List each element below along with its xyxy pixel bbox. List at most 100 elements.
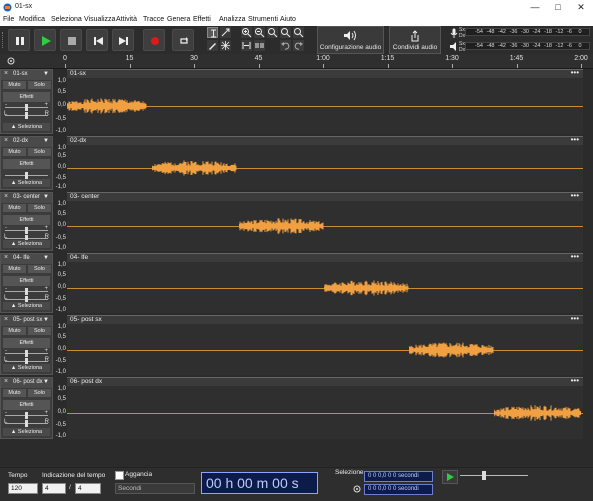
selection-start[interactable]: 0 0 0,0 0 0 secondi <box>364 471 433 482</box>
timeline-ruler[interactable]: 0 15 30 45 1:00 1:15 1:30 1:45 2:00 <box>0 54 593 69</box>
effects-button[interactable]: Effetti <box>3 159 50 169</box>
track-name[interactable]: 04- lfe <box>13 255 30 261</box>
minimize-icon[interactable]: — <box>524 0 546 15</box>
close-track-icon[interactable]: × <box>4 254 8 261</box>
solo-button[interactable]: Solo <box>28 265 51 273</box>
gain-slider-knob[interactable] <box>25 288 28 295</box>
track-name[interactable]: 02-dx <box>13 138 28 144</box>
menu-visualizza[interactable]: Visualizza <box>84 16 115 23</box>
gain-slider-knob[interactable] <box>25 350 28 357</box>
solo-button[interactable]: Solo <box>28 204 51 212</box>
pan-slider-knob[interactable] <box>25 112 28 119</box>
select-track-button[interactable]: ▲ Seleziona <box>3 123 50 131</box>
fit-selection-icon[interactable] <box>267 27 278 38</box>
amplitude-ruler[interactable]: 1,0 0,5 0,0 -0,5 -1,0 <box>53 253 67 313</box>
skip-end-button[interactable] <box>112 29 134 51</box>
audio-clip[interactable]: 03- center ••• <box>67 191 583 251</box>
mute-button[interactable]: Muto <box>3 148 26 156</box>
redo-icon[interactable] <box>293 40 304 51</box>
draw-tool-icon[interactable] <box>207 40 218 51</box>
audio-setup-button[interactable]: Configurazione audio <box>317 26 384 54</box>
solo-button[interactable]: Solo <box>28 148 51 156</box>
menu-seleziona[interactable]: Seleziona <box>51 16 82 23</box>
menu-tracce[interactable]: Tracce <box>143 16 164 23</box>
clip-menu-icon[interactable]: ••• <box>571 376 579 385</box>
multi-tool-icon[interactable] <box>220 40 231 51</box>
pause-button[interactable] <box>8 29 30 51</box>
audio-clip[interactable]: 04- lfe ••• <box>67 252 583 313</box>
collapse-icon[interactable]: ▲ <box>11 124 16 130</box>
clip-menu-icon[interactable]: ••• <box>571 191 579 200</box>
track-name[interactable]: 06- post dx <box>13 379 43 385</box>
audio-clip[interactable]: 02-dx ••• <box>67 135 583 190</box>
collapse-icon[interactable]: ▲ <box>11 241 16 247</box>
close-track-icon[interactable]: × <box>4 137 8 144</box>
zoom-in-icon[interactable] <box>241 27 252 38</box>
microphone-icon[interactable] <box>450 28 458 38</box>
mute-button[interactable]: Muto <box>3 265 26 273</box>
effects-button[interactable]: Effetti <box>3 276 50 286</box>
undo-icon[interactable] <box>280 40 291 51</box>
track-name[interactable]: 01-sx <box>13 71 28 77</box>
menu-modifica[interactable]: Modifica <box>19 16 45 23</box>
mute-button[interactable]: Muto <box>3 81 26 89</box>
amplitude-ruler[interactable]: 1,0 0,5 0,0 -0,5 -1,0 <box>53 377 67 439</box>
menu-genera[interactable]: Genera <box>167 16 190 23</box>
time-display[interactable]: 00 h 00 m 00 s <box>201 472 318 494</box>
select-track-button[interactable]: ▲ Seleziona <box>3 302 50 310</box>
timesig-denominator[interactable]: 4 <box>75 483 101 494</box>
selection-end[interactable]: 0 0 0,0 0 0 secondi <box>364 484 433 495</box>
collapse-icon[interactable]: ▲ <box>11 429 16 435</box>
timesig-numerator[interactable]: 4 <box>42 483 66 494</box>
maximize-icon[interactable]: □ <box>547 0 569 15</box>
effects-button[interactable]: Effetti <box>3 338 50 348</box>
effects-button[interactable]: Effetti <box>3 215 50 225</box>
record-button[interactable] <box>143 29 165 51</box>
audio-clip[interactable]: 06- post dx ••• <box>67 376 583 439</box>
clip-menu-icon[interactable]: ••• <box>571 252 579 261</box>
pan-slider-knob[interactable] <box>25 420 28 427</box>
loop-button[interactable] <box>172 29 194 51</box>
effects-button[interactable]: Effetti <box>3 92 50 102</box>
solo-button[interactable]: Solo <box>28 81 51 89</box>
mute-button[interactable]: Muto <box>3 389 26 397</box>
collapse-icon[interactable]: ▲ <box>11 303 16 309</box>
solo-button[interactable]: Solo <box>28 327 51 335</box>
selection-tool-icon[interactable] <box>207 27 218 38</box>
menu-file[interactable]: File <box>3 16 14 23</box>
amplitude-ruler[interactable]: 1,0 0,5 0,0 -0,5 -1,0 <box>53 136 67 190</box>
clip-menu-icon[interactable]: ••• <box>571 135 579 144</box>
gain-slider-knob[interactable] <box>25 104 28 111</box>
play-at-speed-button[interactable] <box>442 470 458 484</box>
trim-outside-icon[interactable] <box>241 40 252 51</box>
close-track-icon[interactable]: × <box>4 316 8 323</box>
amplitude-ruler[interactable]: 1,0 0,5 0,0 -0,5 -1,0 <box>53 69 67 134</box>
select-track-button[interactable]: ▲ Seleziona <box>3 428 50 436</box>
menu-attivita[interactable]: Attività <box>116 16 137 23</box>
toolbar-grip[interactable] <box>2 32 6 48</box>
stop-button[interactable] <box>60 29 82 51</box>
gain-slider-knob[interactable] <box>25 412 28 419</box>
mute-button[interactable]: Muto <box>3 327 26 335</box>
track-name[interactable]: 03- center <box>13 194 40 200</box>
clip-menu-icon[interactable]: ••• <box>571 68 579 77</box>
playback-speaker-icon[interactable] <box>450 42 459 51</box>
track-menu-chevron-icon[interactable]: ▼ <box>43 71 49 77</box>
effects-button[interactable]: Effetti <box>3 400 50 410</box>
track-menu-chevron-icon[interactable]: ▼ <box>43 194 49 200</box>
menu-strumenti[interactable]: Strumenti <box>248 16 278 23</box>
skip-start-button[interactable] <box>86 29 108 51</box>
mute-button[interactable]: Muto <box>3 204 26 212</box>
fit-project-icon[interactable] <box>280 27 291 38</box>
speed-slider-knob[interactable] <box>482 471 486 480</box>
track-menu-chevron-icon[interactable]: ▼ <box>43 255 49 261</box>
solo-button[interactable]: Solo <box>28 389 51 397</box>
menu-analizza[interactable]: Analizza <box>219 16 245 23</box>
collapse-icon[interactable]: ▲ <box>11 365 16 371</box>
close-track-icon[interactable]: × <box>4 378 8 385</box>
gain-slider-knob[interactable] <box>25 227 28 234</box>
snap-checkbox[interactable] <box>115 471 124 480</box>
audio-clip[interactable]: 01-sx ••• <box>67 68 583 134</box>
track-name[interactable]: 05- post sx <box>13 317 42 323</box>
close-track-icon[interactable]: × <box>4 70 8 77</box>
